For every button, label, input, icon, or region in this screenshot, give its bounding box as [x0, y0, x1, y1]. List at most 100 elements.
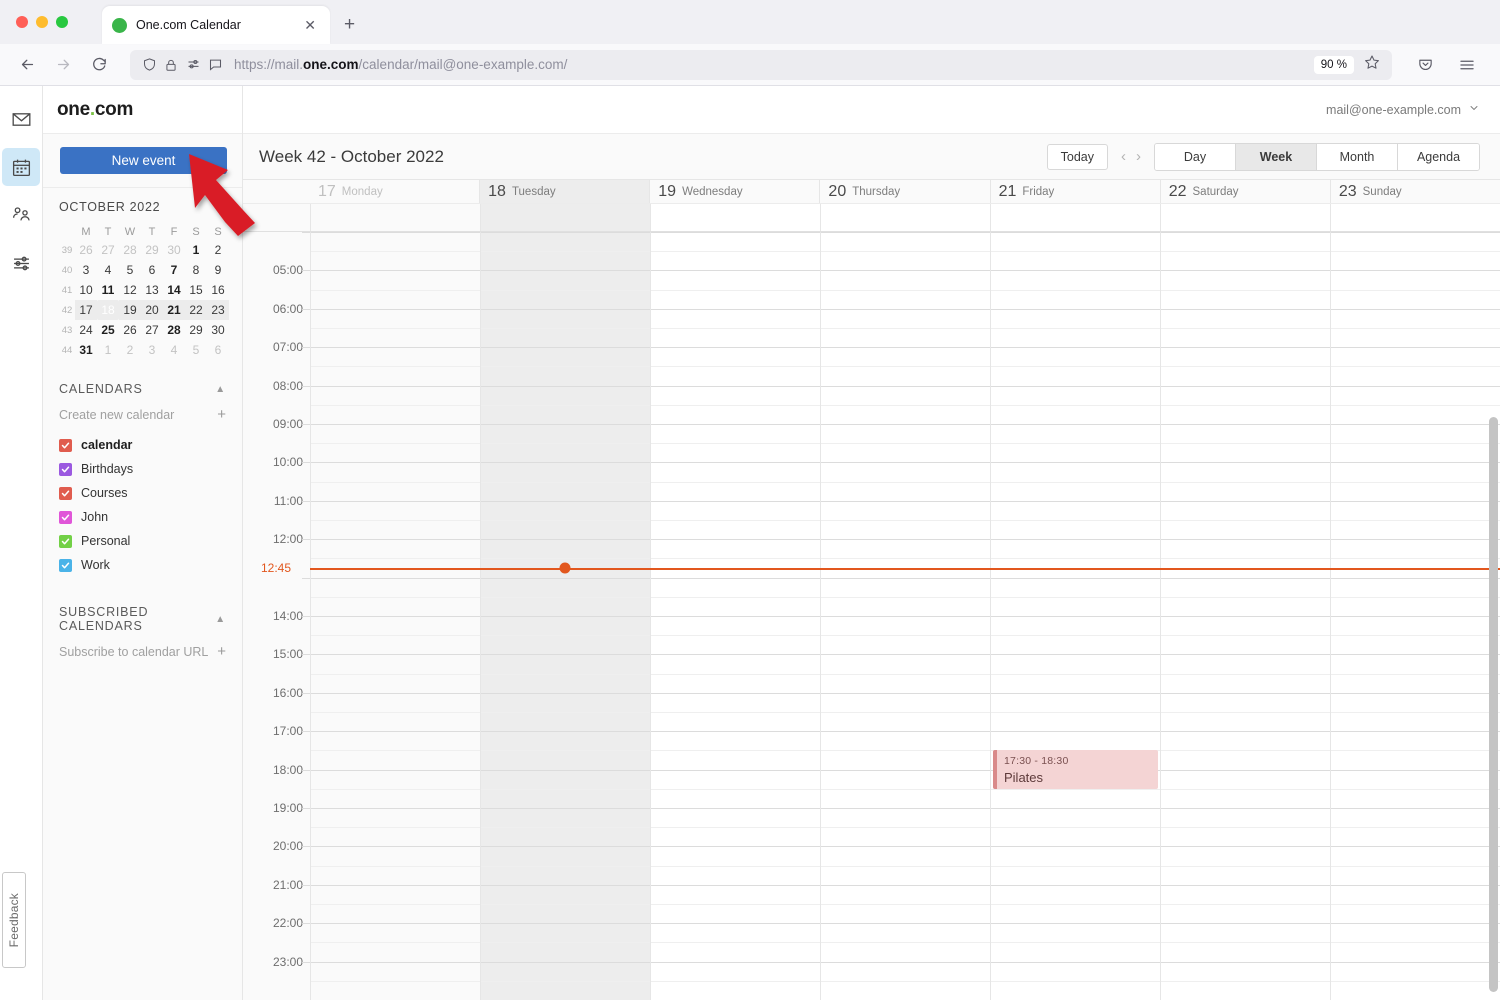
- day-header-thursday[interactable]: 20 Thursday: [819, 180, 989, 203]
- rail-item-settings[interactable]: [2, 244, 40, 282]
- create-new-calendar-row[interactable]: Create new calendar +: [59, 406, 230, 423]
- plus-icon[interactable]: +: [217, 643, 230, 660]
- mini-calendar-day[interactable]: 2: [207, 240, 229, 260]
- plus-icon[interactable]: +: [217, 406, 230, 423]
- calendar-checkbox[interactable]: [59, 438, 72, 452]
- calendar-checkbox[interactable]: [59, 462, 72, 476]
- mini-calendar-day[interactable]: 14: [163, 280, 185, 300]
- mini-calendar-day[interactable]: 25: [97, 320, 119, 340]
- view-button-agenda[interactable]: Agenda: [1398, 143, 1479, 170]
- mini-calendar-day[interactable]: 6: [207, 340, 229, 360]
- mini-calendar-day[interactable]: 4: [163, 340, 185, 360]
- calendar-list-item[interactable]: Personal: [43, 529, 242, 553]
- view-button-week[interactable]: Week: [1236, 143, 1317, 170]
- menu-icon[interactable]: [1452, 50, 1482, 80]
- mini-calendar-day[interactable]: 9: [207, 260, 229, 280]
- all-day-cell-2[interactable]: [650, 204, 820, 231]
- calendar-list-item[interactable]: Work: [43, 553, 242, 577]
- rail-item-calendar[interactable]: [2, 148, 40, 186]
- mini-calendar-day[interactable]: 27: [141, 320, 163, 340]
- view-toggle-group[interactable]: Day Week Month Agenda: [1154, 142, 1480, 171]
- all-day-cell-1[interactable]: [480, 204, 650, 231]
- chevron-down-icon[interactable]: [1468, 102, 1480, 117]
- new-event-button[interactable]: New event: [60, 147, 227, 174]
- day-column-4[interactable]: 17:30 - 18:30 Pilates: [990, 232, 1160, 1000]
- bookmark-star-icon[interactable]: [1360, 54, 1384, 75]
- account-menu[interactable]: mail@one-example.com: [1326, 102, 1480, 117]
- day-columns[interactable]: 17:30 - 18:30 Pilates: [310, 232, 1500, 1000]
- mini-calendar-day[interactable]: 27: [97, 240, 119, 260]
- new-tab-button[interactable]: +: [344, 14, 355, 36]
- day-header-friday[interactable]: 21 Friday: [989, 180, 1160, 203]
- mini-calendar-day[interactable]: 11: [97, 280, 119, 300]
- calendar-checkbox[interactable]: [59, 510, 72, 524]
- mini-calendar-day[interactable]: 15: [185, 280, 207, 300]
- window-controls[interactable]: [12, 0, 76, 44]
- scrollbar-thumb[interactable]: [1489, 417, 1498, 992]
- mini-calendar-day[interactable]: 5: [119, 260, 141, 280]
- mini-calendar-day[interactable]: 2: [119, 340, 141, 360]
- mini-calendar-week-row[interactable]: 41 10 11 12 13 14 15 16: [59, 280, 229, 300]
- mini-calendar-body[interactable]: 39 26 27 28 29 30 1 2 40 3 4 5 6 7 8 9 41 10 11 12 13 14 15 16 4…: [59, 240, 229, 360]
- day-column-3[interactable]: [820, 232, 990, 1000]
- mini-calendar-day[interactable]: 31: [75, 340, 97, 360]
- minimize-window-button[interactable]: [36, 16, 48, 28]
- mini-calendar-day[interactable]: 29: [141, 240, 163, 260]
- mini-calendar-day[interactable]: 18: [97, 300, 119, 320]
- maximize-window-button[interactable]: [56, 16, 68, 28]
- mini-calendar-day[interactable]: 30: [207, 320, 229, 340]
- rail-item-mail[interactable]: [2, 100, 40, 138]
- mini-calendar-day[interactable]: 22: [185, 300, 207, 320]
- day-header-wednesday[interactable]: 19 Wednesday: [649, 180, 819, 203]
- mini-calendar-day[interactable]: 13: [141, 280, 163, 300]
- view-button-month[interactable]: Month: [1317, 143, 1398, 170]
- time-grid[interactable]: 05:00 06:00 07:00 08:00 09:00 10:00 11:00 12:00…: [243, 232, 1500, 1000]
- subscribe-calendar-row[interactable]: Subscribe to calendar URL +: [59, 643, 230, 660]
- next-week-icon[interactable]: ›: [1133, 148, 1144, 165]
- all-day-cell-0[interactable]: [310, 204, 480, 231]
- all-day-row[interactable]: [243, 204, 1500, 232]
- lock-icon[interactable]: [160, 54, 182, 76]
- mini-calendar-day[interactable]: 1: [97, 340, 119, 360]
- day-column-6[interactable]: [1330, 232, 1500, 1000]
- day-column-2[interactable]: [650, 232, 820, 1000]
- mini-calendar-day[interactable]: 26: [119, 320, 141, 340]
- today-button[interactable]: Today: [1046, 143, 1108, 170]
- day-column-5[interactable]: [1160, 232, 1330, 1000]
- calendar-checkbox[interactable]: [59, 558, 72, 572]
- prev-week-icon[interactable]: ‹: [1118, 148, 1129, 165]
- mini-calendar-day[interactable]: 28: [163, 320, 185, 340]
- calendar-event[interactable]: 17:30 - 18:30 Pilates: [993, 750, 1158, 789]
- day-column-0[interactable]: [310, 232, 480, 1000]
- mini-calendar-day[interactable]: 6: [141, 260, 163, 280]
- mini-calendar-day[interactable]: 17: [75, 300, 97, 320]
- all-day-cell-4[interactable]: [990, 204, 1160, 231]
- close-window-button[interactable]: [16, 16, 28, 28]
- mini-calendar-week-row[interactable]: 39 26 27 28 29 30 1 2: [59, 240, 229, 260]
- chevron-up-icon[interactable]: ▲: [215, 202, 226, 213]
- address-bar[interactable]: https://mail.one.com/calendar/mail@one-e…: [130, 49, 1392, 80]
- mini-calendar-day[interactable]: 16: [207, 280, 229, 300]
- mini-calendar-week-row[interactable]: 44 31 1 2 3 4 5 6: [59, 340, 229, 360]
- all-day-cells[interactable]: [310, 204, 1500, 231]
- rail-item-contacts[interactable]: [2, 196, 40, 234]
- browser-tab[interactable]: One.com Calendar ✕: [102, 6, 330, 44]
- mini-calendar-day[interactable]: 12: [119, 280, 141, 300]
- mini-calendar-week-row[interactable]: 42 17 18 19 20 21 22 23: [59, 300, 229, 320]
- mini-calendar-day[interactable]: 19: [119, 300, 141, 320]
- calendar-checkbox[interactable]: [59, 486, 72, 500]
- mini-calendar-day[interactable]: 21: [163, 300, 185, 320]
- mini-calendar-day[interactable]: 20: [141, 300, 163, 320]
- close-tab-icon[interactable]: ✕: [300, 16, 320, 34]
- back-button[interactable]: [12, 50, 42, 80]
- calendar-list[interactable]: calendar Birthdays Courses John Personal Work: [43, 433, 242, 577]
- mini-calendar-day[interactable]: 8: [185, 260, 207, 280]
- zoom-level-badge[interactable]: 90 %: [1313, 55, 1354, 74]
- all-day-cell-3[interactable]: [820, 204, 990, 231]
- forward-button[interactable]: [48, 50, 78, 80]
- mini-calendar-grid[interactable]: MTWTFSS 39 26 27 28 29 30 1 2 40 3 4 5 6 7 8 9 41 10 11 12 1…: [59, 223, 229, 360]
- all-day-cell-5[interactable]: [1160, 204, 1330, 231]
- feedback-tab[interactable]: Feedback: [2, 872, 26, 968]
- calendar-list-item[interactable]: calendar: [43, 433, 242, 457]
- reload-button[interactable]: [84, 50, 114, 80]
